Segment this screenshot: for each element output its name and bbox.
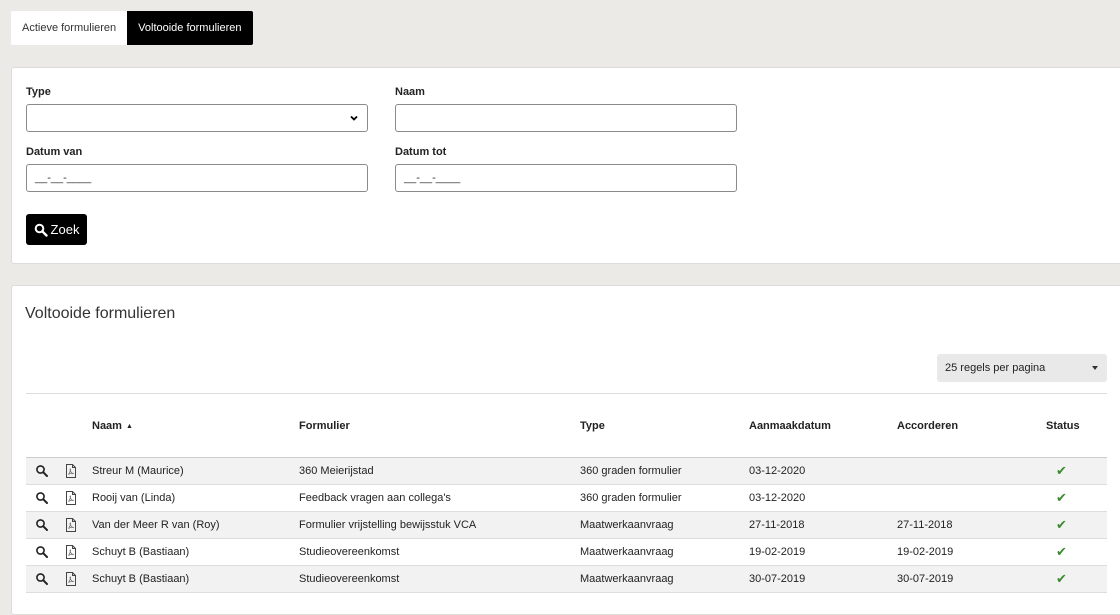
datum-tot-input[interactable]: __-__-____ <box>395 164 737 192</box>
checkmark-icon: ✔ <box>1056 490 1067 505</box>
naam-field: Naam <box>395 86 737 132</box>
search-button[interactable]: Zoek <box>26 214 87 245</box>
cell-naam: Schuyt B (Bastiaan) <box>92 546 190 558</box>
pdf-file-icon[interactable] <box>63 490 79 506</box>
table-body: Streur M (Maurice) 360 Meierijstad 360 gra… <box>26 458 1107 593</box>
cell-formulier: Formulier vrijstelling bewijsstuk VCA <box>299 519 477 531</box>
results-panel: Voltooide formulieren 25 regels per pagi… <box>11 285 1120 615</box>
pdf-file-icon[interactable] <box>63 571 79 587</box>
datum-tot-field: Datum tot __-__-____ <box>395 146 737 192</box>
cell-formulier: 360 Meierijstad <box>299 465 374 477</box>
tab-voltooide-formulieren[interactable]: Voltooide formulieren <box>127 11 253 45</box>
pdf-file-icon[interactable] <box>63 517 79 533</box>
checkmark-icon: ✔ <box>1056 463 1067 478</box>
datum-tot-label: Datum tot <box>395 146 447 158</box>
cell-formulier: Studieovereenkomst <box>299 573 400 585</box>
cell-type: Maatwerkaanvraag <box>580 519 674 531</box>
cell-naam: Schuyt B (Bastiaan) <box>92 573 190 585</box>
cell-type: Maatwerkaanvraag <box>580 546 674 558</box>
table-row[interactable]: Van der Meer R van (Roy) Formulier vrijst… <box>26 512 1107 539</box>
table-row[interactable]: Rooij van (Linda) Feedback vragen aan col… <box>26 485 1107 512</box>
cell-formulier: Feedback vragen aan collega's <box>299 492 451 504</box>
per-page-select[interactable]: 25 regels per pagina <box>937 354 1107 382</box>
cell-formulier: Studieovereenkomst <box>299 546 400 558</box>
column-header-naam-label: Naam <box>92 420 122 432</box>
type-select[interactable] <box>26 104 368 132</box>
form-tabs: Actieve formulieren Voltooide formuliere… <box>11 11 253 45</box>
cell-naam: Rooij van (Linda) <box>92 492 176 504</box>
datum-van-input[interactable]: __-__-____ <box>26 164 368 192</box>
cell-naam: Van der Meer R van (Roy) <box>92 519 220 531</box>
table-row[interactable]: Schuyt B (Bastiaan) Studieovereenkomst Maa… <box>26 539 1107 566</box>
cell-accorderen: 27-11-2018 <box>897 519 953 531</box>
column-header-status[interactable]: Status <box>1046 420 1080 432</box>
cell-aanmaakdatum: 03-12-2020 <box>749 465 806 477</box>
checkmark-icon: ✔ <box>1056 544 1067 559</box>
magnifier-icon[interactable] <box>34 463 50 479</box>
section-title: Voltooide formulieren <box>25 305 176 322</box>
cell-type: 360 graden formulier <box>580 465 682 477</box>
filter-panel: Type Naam Datum van __-__-____ Datum tot… <box>11 67 1120 264</box>
pdf-file-icon[interactable] <box>63 463 79 479</box>
column-header-aanmaakdatum[interactable]: Aanmaakdatum <box>749 420 831 432</box>
column-header-accorderen[interactable]: Accorderen <box>897 420 958 432</box>
cell-aanmaakdatum: 19-02-2019 <box>749 546 806 558</box>
cell-accorderen: 19-02-2019 <box>897 546 954 558</box>
magnifier-icon[interactable] <box>34 490 50 506</box>
caret-down-icon <box>1092 366 1098 370</box>
checkmark-icon: ✔ <box>1056 571 1067 586</box>
magnifier-icon[interactable] <box>34 517 50 533</box>
cell-aanmaakdatum: 30-07-2019 <box>749 573 806 585</box>
chevron-down-icon <box>350 115 358 121</box>
cell-type: Maatwerkaanvraag <box>580 573 674 585</box>
per-page-value: 25 regels per pagina <box>945 362 1046 374</box>
cell-type: 360 graden formulier <box>580 492 682 504</box>
cell-aanmaakdatum: 03-12-2020 <box>749 492 806 504</box>
table-row[interactable]: Streur M (Maurice) 360 Meierijstad 360 gra… <box>26 458 1107 485</box>
column-header-formulier[interactable]: Formulier <box>299 420 350 432</box>
table-header: Naam ▲ Formulier Type Aanmaakdatum Accord… <box>26 394 1107 458</box>
search-icon <box>34 223 48 237</box>
datum-van-label: Datum van <box>26 146 83 158</box>
checkmark-icon: ✔ <box>1056 517 1067 532</box>
cell-naam: Streur M (Maurice) <box>92 465 184 477</box>
magnifier-icon[interactable] <box>34 544 50 560</box>
magnifier-icon[interactable] <box>34 571 50 587</box>
column-header-naam[interactable]: Naam ▲ <box>92 420 133 432</box>
type-field: Type <box>26 86 368 132</box>
tab-actieve-formulieren[interactable]: Actieve formulieren <box>11 11 128 45</box>
pdf-file-icon[interactable] <box>63 544 79 560</box>
type-label: Type <box>26 86 51 98</box>
search-button-label: Zoek <box>50 222 80 237</box>
table-row[interactable]: Schuyt B (Bastiaan) Studieovereenkomst Maa… <box>26 566 1107 593</box>
sort-ascending-icon: ▲ <box>125 423 133 430</box>
datum-van-field: Datum van __-__-____ <box>26 146 368 192</box>
naam-input[interactable] <box>395 104 737 132</box>
naam-label: Naam <box>395 86 425 98</box>
cell-accorderen: 30-07-2019 <box>897 573 954 585</box>
column-header-type[interactable]: Type <box>580 420 605 432</box>
cell-aanmaakdatum: 27-11-2018 <box>749 519 805 531</box>
